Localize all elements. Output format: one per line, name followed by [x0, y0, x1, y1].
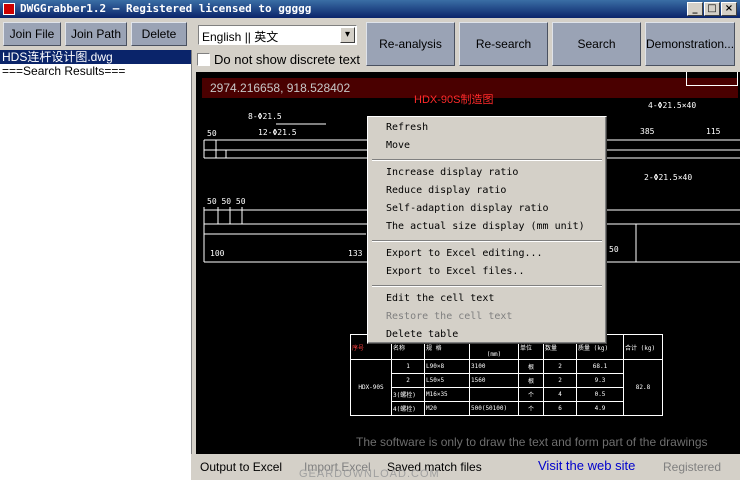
table-cell: 1560: [469, 373, 519, 388]
cad-label: 133: [348, 249, 363, 258]
table-cell: 68.1: [576, 359, 624, 374]
table-cell: 2: [543, 359, 577, 374]
menu-separator: [372, 159, 602, 161]
table-cell: 82.8: [623, 359, 663, 416]
context-menu: Refresh Move Increase display ratio Redu…: [367, 116, 607, 344]
table-cell: 4: [543, 387, 577, 402]
menu-item-increase-ratio[interactable]: Increase display ratio: [386, 167, 518, 178]
table-cell: 2: [543, 373, 577, 388]
table-cell: 6: [543, 401, 577, 416]
cad-label: 100: [210, 249, 225, 258]
table-cell: 个: [518, 401, 544, 416]
status-bar: Output to Excel Import Excel Saved match…: [191, 454, 740, 480]
table-cell: [469, 387, 519, 402]
discrete-text-checkbox[interactable]: [197, 53, 210, 66]
cad-label: 50: [207, 129, 217, 138]
research-paths-button[interactable]: Re-search paths: [459, 22, 548, 93]
cad-label: 50: [609, 245, 619, 254]
watermark: GEARDOWNLOAD.COM: [299, 468, 440, 480]
material-table[interactable]: 序号 名称 规 格 (mm) 单位 数量 质量 (kg) 合计 (kg) HDX…: [350, 334, 663, 416]
close-button[interactable]: ×: [721, 2, 737, 16]
table-cell: 4.9: [576, 401, 624, 416]
reanalysis-files-button[interactable]: Re-analysis files: [366, 22, 455, 93]
menu-item-refresh[interactable]: Refresh: [386, 122, 428, 133]
app-icon: [3, 3, 15, 15]
join-path-button[interactable]: Join Path: [65, 22, 127, 46]
table-cell: HDX-90S: [350, 359, 392, 416]
table-row: 4(螺栓) M20 500(50100) 个 6 4.9: [351, 401, 663, 416]
table-row: HDX-90S 1 L90×8 3100 根 2 68.1 82.8: [350, 359, 663, 416]
table-row: 2 L50×5 1560 根 2 9.3: [351, 373, 663, 388]
menu-item-edit-cell[interactable]: Edit the cell text: [386, 293, 494, 304]
language-value: English || 英文: [202, 30, 279, 44]
menu-item-reduce-ratio[interactable]: Reduce display ratio: [386, 185, 506, 196]
table-cell: 0.5: [576, 387, 624, 402]
delete-button[interactable]: Delete: [131, 22, 187, 46]
menu-separator: [372, 240, 602, 242]
output-excel-button[interactable]: Output to Excel: [200, 460, 282, 474]
discrete-text-label: Do not show discrete text: [214, 52, 360, 67]
table-cell: 1: [391, 359, 425, 374]
menu-separator: [372, 285, 602, 287]
table-cell: 9.3: [576, 373, 624, 388]
menu-item-move[interactable]: Move: [386, 140, 410, 151]
table-cell: M16×35: [424, 387, 470, 402]
tree-item-file[interactable]: HDS连杆设计图.dwg: [0, 50, 191, 64]
software-notice: The software is only to draw the text an…: [356, 435, 708, 449]
table-header: 合计 (kg): [623, 334, 663, 360]
menu-item-self-adaption[interactable]: Self-adaption display ratio: [386, 203, 549, 214]
language-select[interactable]: English || 英文 ▾: [198, 25, 357, 45]
table-cell: 2: [391, 373, 425, 388]
table-cell: 4(螺栓): [391, 401, 425, 416]
window-title: DWGGrabber1.2 — Registered licensed to g…: [20, 2, 312, 15]
menu-item-restore-cell: Restore the cell text: [386, 311, 513, 322]
tree-item-search-results[interactable]: ===Search Results===: [2, 64, 125, 78]
cad-label: 115: [706, 127, 721, 136]
table-cell: L50×5: [424, 373, 470, 388]
registered-status: Registered: [663, 460, 722, 474]
menu-item-actual-size[interactable]: The actual size display (mm unit): [386, 221, 585, 232]
menu-item-export-files[interactable]: Export to Excel files..: [386, 266, 524, 277]
table-cell: 3(螺栓): [391, 387, 425, 402]
cad-label: 2-Φ21.5×40: [644, 173, 693, 182]
table-cell: 根: [518, 359, 544, 374]
maximize-button[interactable]: □: [704, 2, 720, 16]
cad-label: 385: [640, 127, 655, 136]
cad-label: 50 50 50: [207, 197, 246, 206]
join-file-button[interactable]: Join File: [3, 22, 61, 46]
visit-website-link[interactable]: Visit the web site: [538, 458, 635, 473]
cad-label: 12-Φ21.5: [258, 128, 297, 137]
chevron-down-icon[interactable]: ▾: [340, 27, 355, 43]
table-cell: 根: [518, 373, 544, 388]
file-tree: HDS连杆设计图.dwg ===Search Results===: [0, 50, 192, 480]
cad-label: 4-Φ21.5×40: [648, 101, 697, 110]
minimize-button[interactable]: _: [687, 2, 703, 16]
table-cell: L90×8: [424, 359, 470, 374]
table-cell: M20: [424, 401, 470, 416]
cad-label: 8-Φ21.5: [248, 112, 282, 121]
table-cell: 3100: [469, 359, 519, 374]
search-criteria-button[interactable]: Search criteria...: [552, 22, 641, 93]
table-cell: 500(50100): [469, 401, 519, 416]
table-cell: 个: [518, 387, 544, 402]
title-bar: DWGGrabber1.2 — Registered licensed to g…: [0, 0, 740, 18]
menu-item-export-editing[interactable]: Export to Excel editing...: [386, 248, 543, 259]
table-row: 3(螺栓) M16×35 个 4 0.5: [351, 387, 663, 402]
demonstration-button[interactable]: Demonstration...: [645, 22, 735, 66]
menu-item-delete-table[interactable]: Delete table: [386, 329, 458, 340]
